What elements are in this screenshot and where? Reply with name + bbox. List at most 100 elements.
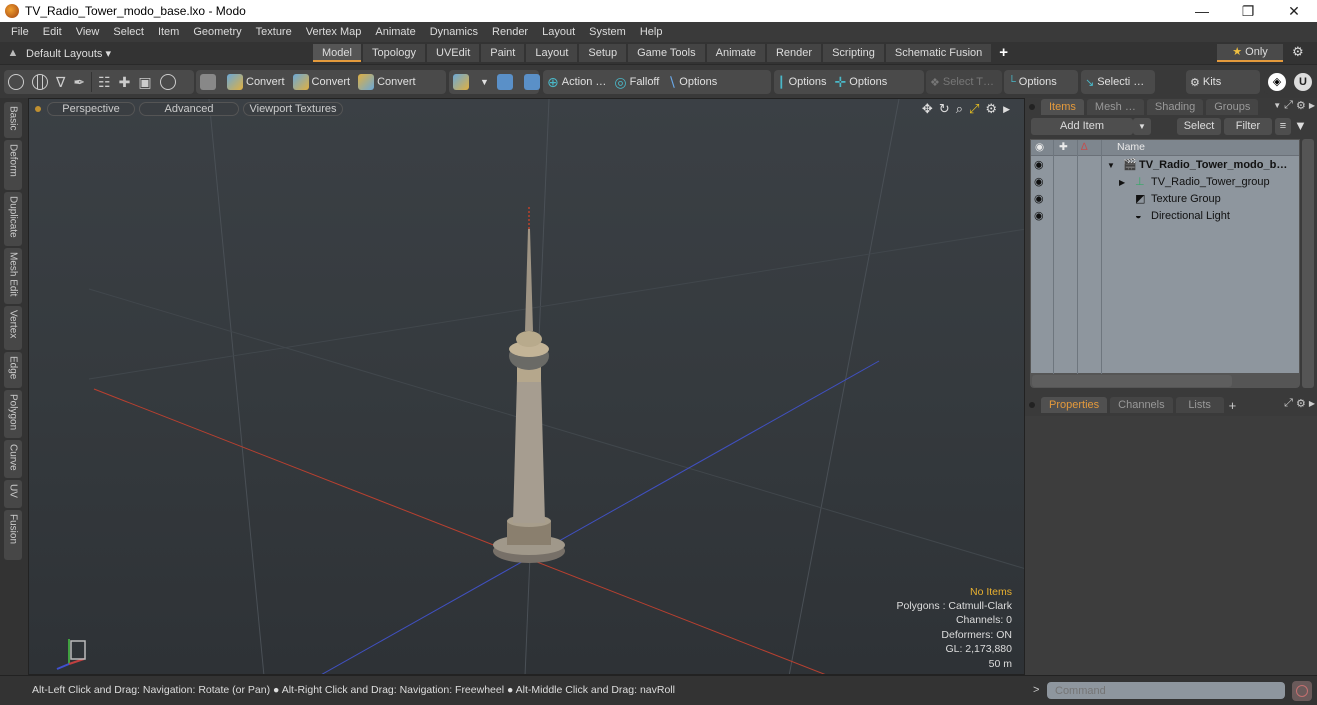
select-button[interactable]: Select <box>1177 118 1221 135</box>
menu-view[interactable]: View <box>69 26 107 38</box>
viewport-textures-dropdown[interactable]: Viewport Textures <box>243 102 343 116</box>
mesh-cube-icon[interactable] <box>449 71 476 93</box>
list-item[interactable]: ◉ ▶ ⊥ TV_Radio_Tower_group <box>1031 174 1299 191</box>
panel-menu-dot[interactable] <box>1029 104 1035 110</box>
properties-gear-icon[interactable]: ⚙ <box>1296 397 1306 411</box>
rotate-icon[interactable]: ↻ <box>939 101 950 117</box>
menu-vertex-map[interactable]: Vertex Map <box>299 26 369 38</box>
layout-gear-icon[interactable]: ⚙ <box>1292 44 1304 60</box>
unreal-icon[interactable]: U <box>1290 71 1316 93</box>
shading-mode-dropdown[interactable]: Advanced <box>139 102 239 116</box>
menu-render[interactable]: Render <box>485 26 535 38</box>
tab-properties[interactable]: Properties <box>1041 397 1107 413</box>
tool-tab-edge[interactable]: Edge <box>4 352 22 388</box>
add-item-button[interactable]: Add Item <box>1031 118 1133 135</box>
vertex-mode-icon[interactable] <box>4 71 28 93</box>
list-options-icon[interactable]: ≡ <box>1275 118 1291 135</box>
viewport-expand-arrow-icon[interactable]: ▶ <box>1003 101 1010 117</box>
materials-mode-icon[interactable] <box>156 71 180 93</box>
symmetry-options-button[interactable]: └Options <box>1004 71 1061 93</box>
layout-collapse-icon[interactable]: ▲ <box>0 47 26 59</box>
items-mode-icon[interactable]: ▣ <box>134 71 155 93</box>
view-mode-dropdown[interactable]: Perspective <box>47 102 135 116</box>
tool-tab-basic[interactable]: Basic <box>4 102 22 138</box>
visibility-eye-icon[interactable]: ◉ <box>1034 208 1044 225</box>
mesh-dropdown-icon[interactable]: ▼ <box>476 71 493 93</box>
menu-layout[interactable]: Layout <box>535 26 582 38</box>
selection-sets-button[interactable]: ↘Selecti … <box>1081 71 1148 93</box>
tab-layout[interactable]: Layout <box>526 44 577 62</box>
list-item[interactable]: ◉ ▼ 🎬 TV_Radio_Tower_modo_b… <box>1031 157 1299 174</box>
menu-file[interactable]: File <box>4 26 36 38</box>
convert-button-1[interactable]: Convert <box>223 71 289 93</box>
convert-button-2[interactable]: Convert <box>289 71 355 93</box>
snapping-options-button[interactable]: ∖Options <box>663 71 721 93</box>
workplane-options-button[interactable]: ┃Options <box>774 71 831 93</box>
pivot-options-button[interactable]: ✛Options <box>831 71 892 93</box>
command-input[interactable] <box>1047 682 1285 699</box>
list-item[interactable]: ◉ ◩ Texture Group <box>1031 191 1299 208</box>
shield-icon[interactable] <box>196 71 223 93</box>
visibility-eye-icon[interactable]: ◉ <box>1034 157 1044 174</box>
minimize-button[interactable]: — <box>1179 0 1225 22</box>
panel-gear-icon[interactable]: ⚙ <box>1296 99 1306 113</box>
viewport-menu-dot[interactable] <box>35 106 41 112</box>
symmetry-icon[interactable] <box>493 71 520 93</box>
tab-topology[interactable]: Topology <box>363 44 425 62</box>
panel-expand-icon[interactable]: ▶ <box>1309 99 1315 113</box>
menu-help[interactable]: Help <box>633 26 670 38</box>
pen-tool-icon[interactable]: ∇ <box>52 71 69 93</box>
tab-scripting[interactable]: Scripting <box>823 44 884 62</box>
tool-tab-mesh-edit[interactable]: Mesh Edit <box>4 248 22 304</box>
only-toggle-button[interactable]: ★ Only <box>1217 44 1283 62</box>
menu-geometry[interactable]: Geometry <box>186 26 248 38</box>
tool-tab-deform[interactable]: Deform <box>4 140 22 190</box>
tab-shading[interactable]: Shading <box>1147 99 1203 115</box>
menu-dynamics[interactable]: Dynamics <box>423 26 485 38</box>
tool-tab-vertex[interactable]: Vertex <box>4 306 22 350</box>
select-through-button[interactable]: ❖Select T… <box>926 71 998 93</box>
kits-button[interactable]: ⚙Kits <box>1186 71 1225 93</box>
viewport-gear-icon[interactable]: ⚙ <box>985 101 997 117</box>
maximize-viewport-icon[interactable]: ⤢ <box>969 101 979 117</box>
visibility-eye-icon[interactable]: ◉ <box>1034 191 1044 208</box>
edges-mode-icon[interactable]: ☷ <box>94 71 115 93</box>
tabs-dropdown-icon[interactable]: ▼ <box>1273 99 1281 113</box>
tab-channels[interactable]: Channels <box>1110 397 1172 413</box>
pan-icon[interactable]: ✥ <box>922 101 933 117</box>
tab-schematic-fusion[interactable]: Schematic Fusion <box>886 44 991 62</box>
tool-tab-duplicate[interactable]: Duplicate <box>4 192 22 246</box>
zoom-icon[interactable]: ⌕ <box>956 101 963 117</box>
tab-groups[interactable]: Groups <box>1206 99 1258 115</box>
visibility-eye-icon[interactable]: ◉ <box>1034 174 1044 191</box>
tab-items[interactable]: Items <box>1041 99 1084 115</box>
menu-texture[interactable]: Texture <box>249 26 299 38</box>
tab-setup[interactable]: Setup <box>579 44 626 62</box>
action-center-button[interactable]: ⊕Action … <box>543 71 610 93</box>
globe-mode-icon[interactable] <box>28 71 52 93</box>
tool-tab-uv[interactable]: UV <box>4 480 22 508</box>
filter-button[interactable]: Filter <box>1224 118 1272 135</box>
tab-game-tools[interactable]: Game Tools <box>628 44 705 62</box>
render-column-icon[interactable]: ∆ <box>1081 141 1087 153</box>
lock-column-icon[interactable]: ✚ <box>1059 141 1068 153</box>
menu-edit[interactable]: Edit <box>36 26 69 38</box>
collapse-arrow-icon[interactable]: ▼ <box>1107 157 1115 174</box>
properties-menu-dot[interactable] <box>1029 402 1035 408</box>
command-history-button[interactable] <box>1292 681 1312 701</box>
menu-select[interactable]: Select <box>106 26 151 38</box>
name-column-header[interactable]: Name <box>1117 141 1145 153</box>
visibility-column-icon[interactable]: ◉ <box>1035 141 1044 153</box>
tool-tab-polygon[interactable]: Polygon <box>4 390 22 438</box>
default-layouts-dropdown[interactable]: Default Layouts ▾ <box>26 47 306 60</box>
funnel-icon[interactable]: ▼ <box>1294 118 1307 133</box>
restore-button[interactable]: ❐ <box>1225 0 1271 22</box>
panel-maximize-icon[interactable]: ⤢ <box>1284 99 1293 113</box>
menu-system[interactable]: System <box>582 26 633 38</box>
tab-render[interactable]: Render <box>767 44 821 62</box>
tab-animate[interactable]: Animate <box>707 44 765 62</box>
tool-tab-fusion[interactable]: Fusion <box>4 510 22 560</box>
tab-paint[interactable]: Paint <box>481 44 524 62</box>
item-list-hscrollbar[interactable] <box>1030 374 1300 388</box>
item-list-vscrollbar[interactable] <box>1302 139 1314 388</box>
